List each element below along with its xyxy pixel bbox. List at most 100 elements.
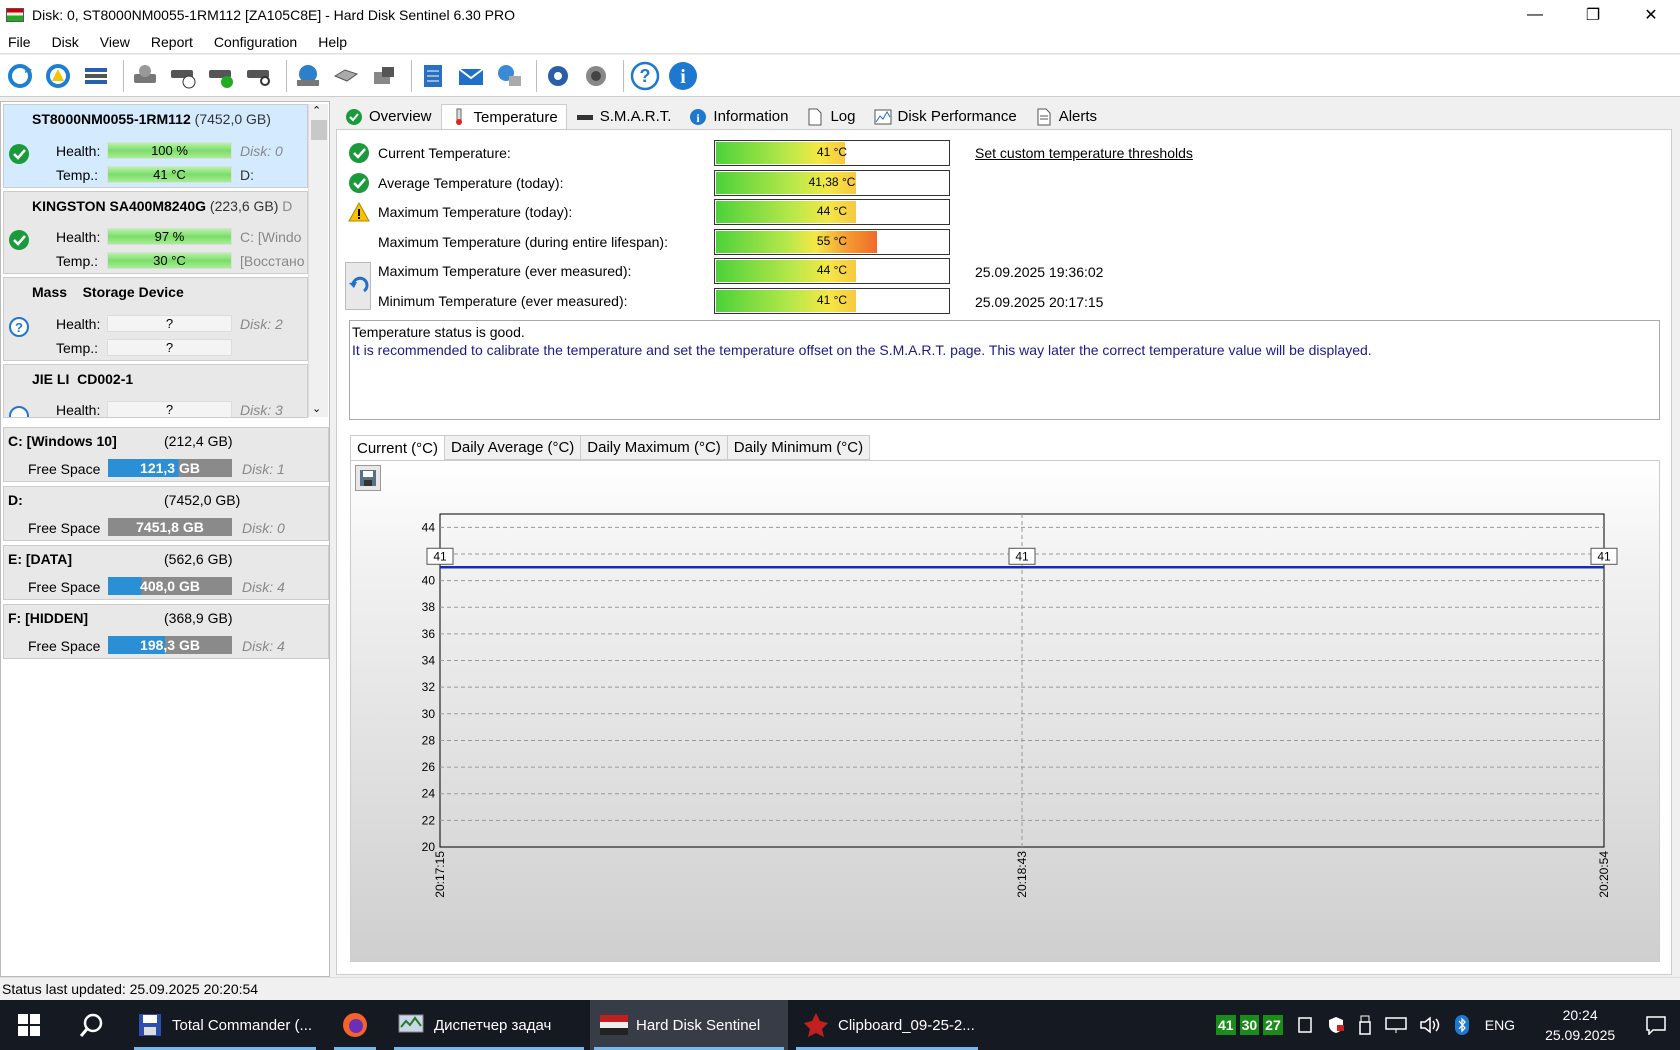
tray-temp-3[interactable]: 27: [1263, 1015, 1283, 1035]
taskbar-clipboard[interactable]: Clipboard_09-25-2...: [792, 1000, 982, 1050]
svg-text:?: ?: [640, 66, 651, 86]
recommendation-message: It is recommended to calibrate the tempe…: [352, 342, 1372, 358]
usb-drive-icon[interactable]: [1358, 1015, 1371, 1035]
email-icon[interactable]: [455, 60, 487, 92]
warning-icon: [348, 201, 370, 222]
clipboard-app-icon: [804, 1013, 828, 1037]
volume-size: (7452,0 GB): [164, 492, 241, 508]
volume-item[interactable]: F: [HIDDEN] (368,9 GB) Free Space 198,3 …: [3, 604, 329, 659]
report-icon[interactable]: [417, 60, 449, 92]
tab-overview[interactable]: Overview: [336, 104, 441, 129]
tab-smart[interactable]: S.M.A.R.T.: [567, 104, 681, 129]
help-icon[interactable]: ?: [629, 60, 661, 92]
volume-name: C: [Windows 10]: [8, 433, 117, 449]
chart-icon: [874, 108, 892, 126]
temp-bar: 41 °C: [107, 166, 232, 183]
temp-row: Minimum Temperature (ever measured):: [348, 289, 628, 313]
menu-view[interactable]: View: [100, 34, 130, 50]
scroll-thumb[interactable]: [311, 120, 327, 140]
disk-schedule-icon[interactable]: [167, 60, 199, 92]
tab-alerts[interactable]: Alerts: [1026, 104, 1106, 129]
maximize-button[interactable]: ❐: [1564, 0, 1622, 30]
chevron-down-icon[interactable]: ⌄: [312, 402, 321, 415]
health-label: Health:: [56, 402, 101, 418]
disk-list-scrollbar[interactable]: ⌄ ⌃: [308, 104, 328, 417]
taskbar-hard-disk-sentinel[interactable]: Hard Disk Sentinel: [590, 1000, 788, 1050]
drive-copy-icon[interactable]: [368, 60, 400, 92]
minimize-button[interactable]: —: [1506, 0, 1564, 30]
volume-name: D:: [8, 492, 23, 508]
volume-icon[interactable]: [1419, 1016, 1443, 1034]
clock[interactable]: 20:24 25.09.2025: [1545, 1005, 1615, 1045]
firefox-icon: [343, 1013, 367, 1037]
tab-log[interactable]: Log: [797, 104, 864, 129]
taskbar-firefox[interactable]: [330, 1000, 380, 1050]
status-unknown-icon: [9, 406, 29, 417]
shield-icon[interactable]: [1327, 1016, 1345, 1034]
custom-thresholds-link[interactable]: Set custom temperature thresholds: [975, 145, 1193, 161]
temp-gauge: 55 °C: [714, 229, 950, 255]
disk-item[interactable]: Mass Storage Device ? Health: ? Disk: 2 …: [3, 277, 308, 361]
chevron-up-icon[interactable]: ⌃: [312, 104, 321, 117]
taskbar-total-commander[interactable]: Total Commander (...: [130, 1000, 320, 1050]
volume-item[interactable]: D: (7452,0 GB) Free Space 7451,8 GB Disk…: [3, 486, 329, 541]
y-tick-label: 40: [422, 574, 436, 588]
menu-configuration[interactable]: Configuration: [214, 34, 297, 50]
free-space-label: Free Space: [28, 638, 101, 654]
disk-name: KINGSTON SA400M8240G: [32, 198, 207, 214]
toolbar-separator: [286, 59, 287, 92]
notification-icon[interactable]: [1645, 1015, 1667, 1035]
disk-check-icon[interactable]: [205, 60, 237, 92]
tab-temperature[interactable]: Temperature: [440, 104, 567, 129]
refresh-alert-icon[interactable]: [42, 60, 74, 92]
close-button[interactable]: ✕: [1622, 0, 1680, 30]
language-indicator[interactable]: ENG: [1485, 1017, 1515, 1033]
menu-report[interactable]: Report: [151, 34, 193, 50]
disk-item[interactable]: JIE LI CD002-1 Health: ? Disk: 3: [3, 364, 308, 418]
menu-disk[interactable]: Disk: [52, 34, 79, 50]
bluetooth-icon[interactable]: [1454, 1015, 1469, 1035]
disk-item[interactable]: KINGSTON SA400M8240G (223,6 GB) D Health…: [3, 191, 308, 274]
sound-icon[interactable]: [580, 60, 612, 92]
max-measured-date: 25.09.2025 19:36:02: [975, 264, 1104, 280]
info-icon[interactable]: i: [667, 60, 699, 92]
temp-row: Average Temperature (today):: [348, 171, 563, 195]
disk-list-icon[interactable]: [80, 60, 112, 92]
menu-file[interactable]: File: [8, 34, 31, 50]
svg-text:?: ?: [15, 320, 23, 335]
refresh-icon[interactable]: [4, 60, 36, 92]
taskbar-task-manager[interactable]: Диспетчер задач: [390, 1000, 588, 1050]
tab-chart-daily-average[interactable]: Daily Average (°C): [445, 435, 582, 460]
menu-help[interactable]: Help: [318, 34, 347, 50]
network-icon[interactable]: [1384, 1016, 1407, 1034]
disk-item[interactable]: ST8000NM0055-1RM112 (7452,0 GB) Health: …: [3, 104, 308, 188]
start-button[interactable]: [0, 1000, 58, 1050]
tab-chart-daily-maximum[interactable]: Daily Maximum (°C): [581, 435, 728, 460]
taskbar: Total Commander (... Диспетчер задач Har…: [0, 1000, 1680, 1050]
undo-button[interactable]: [345, 262, 371, 310]
volume-disk: Disk: 1: [242, 461, 285, 477]
drive-icon[interactable]: [330, 60, 362, 92]
tab-chart-current[interactable]: Current (°C): [350, 435, 446, 460]
tray-temp-1[interactable]: 41: [1216, 1015, 1236, 1035]
volume-item[interactable]: C: [Windows 10] (212,4 GB) Free Space 12…: [3, 427, 329, 482]
settings-icon[interactable]: [542, 60, 574, 92]
network-icon[interactable]: [493, 60, 525, 92]
y-tick-label: 32: [422, 680, 436, 694]
disk-tools-icon[interactable]: [129, 60, 161, 92]
disk-globe-icon[interactable]: [292, 60, 324, 92]
temp-row-label: Maximum Temperature (ever measured):: [378, 263, 632, 279]
disk-search-icon[interactable]: [243, 60, 275, 92]
data-label: 41: [1015, 549, 1029, 563]
tray-temp-2[interactable]: 30: [1239, 1015, 1260, 1035]
tab-chart-daily-minimum[interactable]: Daily Minimum (°C): [727, 435, 871, 460]
y-tick-label: 44: [422, 520, 436, 534]
volume-item[interactable]: E: [DATA] (562,6 GB) Free Space 408,0 GB…: [3, 545, 329, 600]
thermometer-icon: [450, 108, 468, 126]
tab-information[interactable]: i Information: [680, 104, 797, 129]
tray-app-icon[interactable]: [1297, 1016, 1313, 1034]
tab-disk-performance[interactable]: Disk Performance: [865, 104, 1026, 129]
temp-row-label: Maximum Temperature (today):: [378, 204, 573, 220]
search-button[interactable]: [58, 1000, 126, 1050]
disk-number: Disk: 2: [240, 316, 283, 332]
